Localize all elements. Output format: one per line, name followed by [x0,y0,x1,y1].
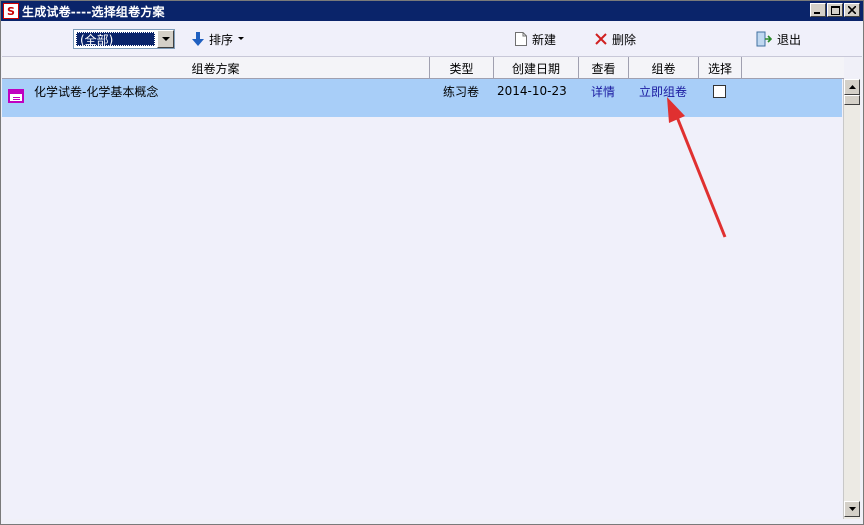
scheme-name: 化学试卷-化学基本概念 [34,84,159,99]
column-header-select[interactable]: 选择 [699,57,742,79]
details-link[interactable]: 详情 [591,79,615,103]
table-row[interactable]: 化学试卷-化学基本概念 练习卷 2014-10-23 详情 立即组卷 [2,79,842,117]
compose-now-link[interactable]: 立即组卷 [639,79,687,103]
window-controls [810,3,860,17]
scroll-down-icon [848,507,856,511]
column-header-scheme[interactable]: 组卷方案 [2,57,430,79]
column-header-date[interactable]: 创建日期 [494,57,579,79]
main-window: S 生成试卷----选择组卷方案 (全部) 排序 新建 删除 退出 组卷方案 类… [0,0,864,525]
app-icon[interactable]: S [3,3,19,19]
new-document-icon [515,32,527,46]
delete-label: 删除 [612,32,637,47]
vertical-scrollbar[interactable] [843,79,860,519]
scroll-down-button[interactable] [844,501,860,517]
new-button[interactable]: 新建 [515,29,556,49]
scroll-up-icon [848,85,856,89]
filter-dropdown[interactable]: (全部) [73,29,175,49]
sort-button[interactable]: 排序 [192,29,245,49]
arrow-down-icon [192,32,204,46]
delete-button[interactable]: 删除 [595,29,636,49]
scroll-thumb[interactable] [844,95,860,105]
column-header-compose[interactable]: 组卷 [629,57,699,79]
window-title: 生成试卷----选择组卷方案 [22,4,165,19]
exit-door-icon [756,31,772,47]
select-checkbox-cell [713,79,726,103]
exit-button[interactable]: 退出 [756,29,801,49]
maximize-icon [830,5,840,15]
scheme-date: 2014-10-23 [497,84,567,98]
select-checkbox[interactable] [713,84,726,98]
grid-header: 组卷方案 类型 创建日期 查看 组卷 选择 [2,57,844,79]
column-header-type[interactable]: 类型 [430,57,494,79]
sort-label: 排序 [209,32,234,47]
title-bar[interactable]: S 生成试卷----选择组卷方案 [1,1,863,21]
exam-scheme-icon [8,89,24,103]
minimize-icon [814,12,820,14]
toolbar: (全部) 排序 新建 删除 退出 [2,21,862,57]
close-icon [848,6,856,14]
scheme-type: 练习卷 [443,84,480,99]
chevron-down-icon [161,36,170,41]
minimize-button[interactable] [810,3,826,17]
column-header-view[interactable]: 查看 [579,57,629,79]
caret-down-icon [238,37,245,40]
filter-dropdown-value: (全部) [76,32,155,47]
new-label: 新建 [532,32,557,47]
maximize-button[interactable] [827,3,843,17]
exit-label: 退出 [777,32,802,47]
dropdown-button[interactable] [157,30,174,48]
delete-x-icon [595,33,607,45]
grid-body: 化学试卷-化学基本概念 练习卷 2014-10-23 详情 立即组卷 [2,79,842,519]
close-button[interactable] [844,3,860,17]
scroll-up-button[interactable] [844,79,860,95]
